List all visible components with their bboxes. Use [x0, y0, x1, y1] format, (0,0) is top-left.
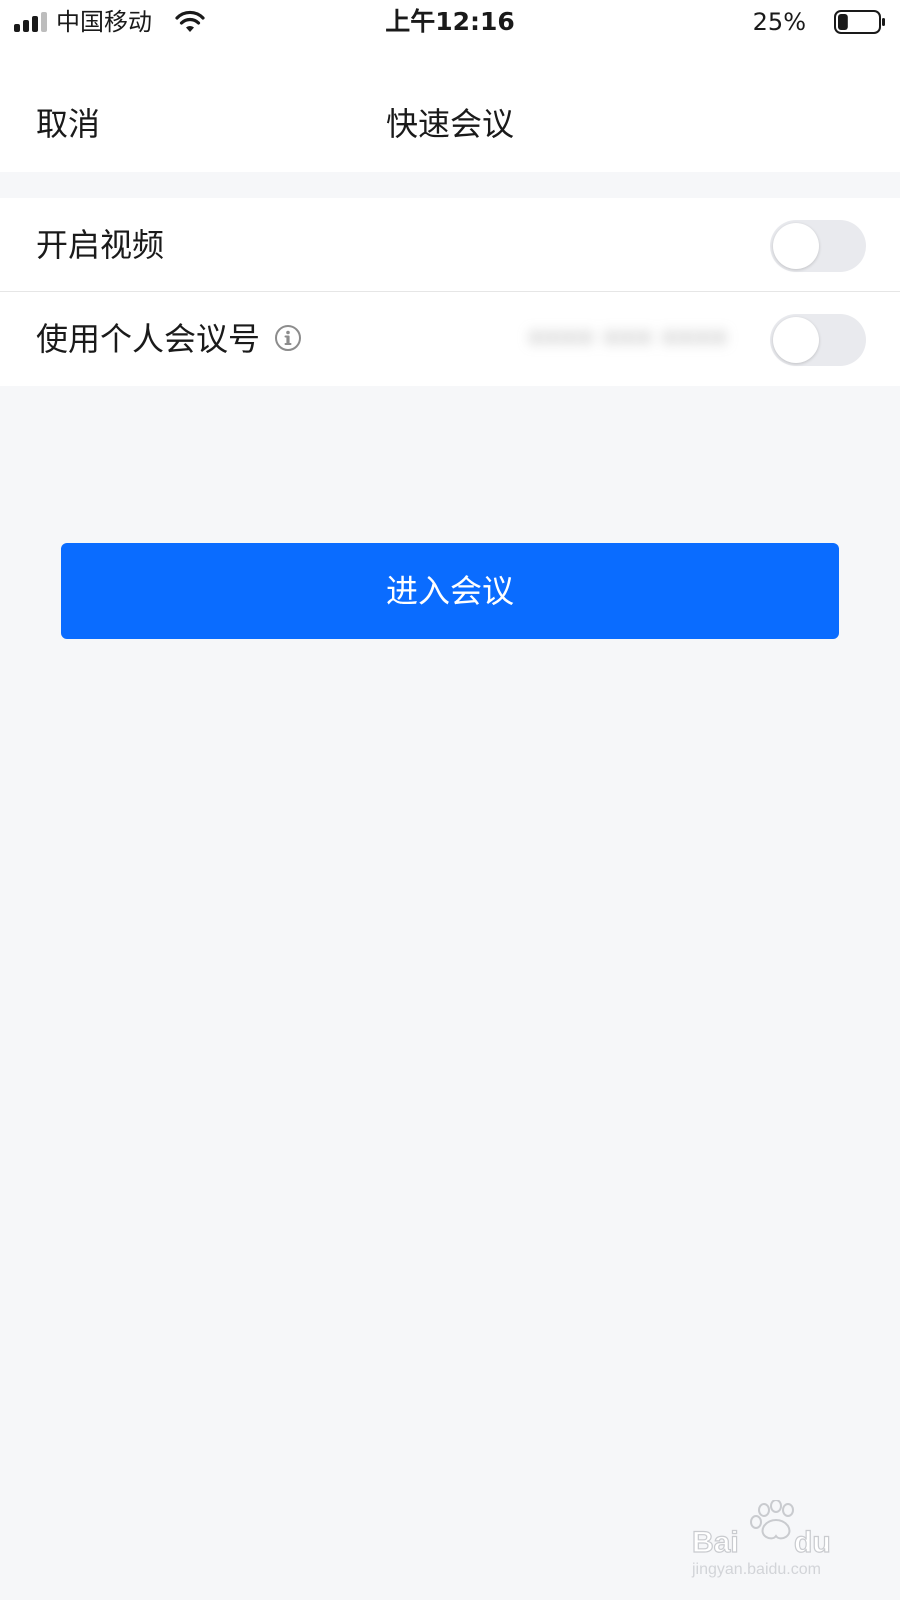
baidu-jingyan-watermark: Bai du jingyan.baidu.com [691, 1500, 831, 1578]
personal-meeting-id-value: •••• ••• •••• [528, 322, 728, 355]
navigation-bar: 取消 快速会议 [0, 46, 900, 172]
status-bar: 中国移动 上午12:16 25% [0, 0, 900, 46]
meeting-settings-list: 开启视频 使用个人会议号 •••• ••• •••• [0, 198, 900, 386]
svg-text:jingyan.baidu.com: jingyan.baidu.com [691, 1561, 821, 1578]
enter-meeting-button[interactable]: 进入会议 [61, 543, 839, 639]
quick-meeting-screen: 中国移动 上午12:16 25% 取消 快速会议 开启视频 使用个人会议号 ••… [0, 0, 900, 1600]
battery-percent: 25% [752, 8, 806, 36]
battery-icon [834, 10, 885, 34]
svg-text:du: du [794, 1526, 831, 1559]
setting-label-personal-meeting-id: 使用个人会议号 [36, 320, 261, 358]
toggle-knob [773, 317, 819, 363]
setting-row-personal-meeting-id: 使用个人会议号 •••• ••• •••• [0, 292, 900, 386]
toggle-knob [773, 223, 819, 269]
personal-meeting-id-toggle[interactable] [770, 314, 866, 366]
info-icon[interactable] [274, 324, 302, 352]
video-toggle[interactable] [770, 220, 866, 272]
setting-label-video: 开启视频 [36, 226, 165, 264]
svg-text:Bai: Bai [692, 1526, 739, 1559]
page-title: 快速会议 [385, 105, 514, 143]
setting-row-video: 开启视频 [0, 198, 900, 292]
